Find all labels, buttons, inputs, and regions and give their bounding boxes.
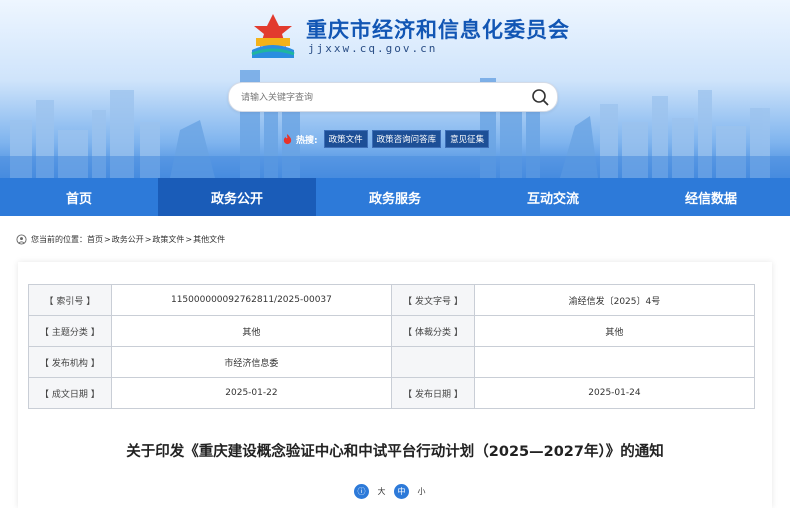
breadcrumb-other-files[interactable]: 其他文件 — [193, 234, 225, 245]
nav-item-interaction[interactable]: 互动交流 — [474, 178, 632, 216]
meta-label-publish-date: 【 发布日期 】 — [391, 377, 475, 409]
site-title: 重庆市经济和信息化委员会 — [306, 18, 570, 42]
city-skyline-illustration — [0, 70, 790, 178]
table-row: 【 索引号 】 115000000092762811/2025-00037 【 … — [28, 284, 756, 316]
meta-value-topic: 其他 — [110, 315, 393, 347]
meta-value-genre: 其他 — [473, 315, 756, 347]
breadcrumb-home[interactable]: 首页 — [87, 234, 103, 245]
site-logo[interactable]: 重庆市经济和信息化委员会 jjxxw.cq.gov.cn — [248, 10, 569, 62]
meta-label-written-date: 【 成文日期 】 — [28, 377, 112, 409]
document-metadata-table: 【 索引号 】 115000000092762811/2025-00037 【 … — [28, 284, 756, 409]
meta-value-index-number: 115000000092762811/2025-00037 — [110, 284, 393, 316]
breadcrumb-separator: > — [104, 234, 111, 244]
meta-value-publish-date: 2025-01-24 — [473, 377, 756, 409]
breadcrumb-policy-files[interactable]: 政策文件 — [152, 234, 184, 245]
meta-value-empty — [473, 346, 756, 378]
table-row: 【 发布机构 】 市经济信息委 — [28, 346, 756, 378]
table-row: 【 成文日期 】 2025-01-22 【 发布日期 】 2025-01-24 — [28, 377, 756, 409]
emblem-icon — [251, 14, 295, 58]
hot-search-row: 热搜: 政策文件 政策咨询问答库 意见征集 — [282, 130, 493, 148]
font-size-medium-button[interactable]: 中 — [394, 483, 409, 499]
hot-search-label: 热搜: — [296, 135, 318, 146]
meta-value-publisher: 市经济信息委 — [110, 346, 393, 378]
breadcrumb: 您当前的位置： 首页 > 政务公开 > 政策文件 > 其他文件 — [16, 232, 225, 246]
hot-search-feedback[interactable]: 意见征集 — [445, 130, 490, 148]
nav-item-gov-affairs-disclosure[interactable]: 政务公开 — [158, 178, 316, 216]
hot-search-policy-files[interactable]: 政策文件 — [323, 130, 368, 148]
location-pin-icon — [16, 233, 27, 245]
search-input[interactable] — [239, 87, 523, 109]
info-icon[interactable]: ⓘ — [354, 483, 369, 499]
fire-icon — [283, 133, 292, 144]
font-size-switcher: ⓘ 大 中 小 — [354, 483, 434, 499]
meta-label-genre: 【 体裁分类 】 — [391, 315, 475, 347]
header-banner: 重庆市经济和信息化委员会 jjxxw.cq.gov.cn 热搜: 政策文件 政策… — [0, 0, 790, 178]
search-bar — [228, 82, 558, 112]
document-title: 关于印发《重庆建设概念验证中心和中试平台行动计划（2025—2027年）》的通知 — [126, 444, 664, 460]
meta-label-publisher: 【 发布机构 】 — [28, 346, 112, 378]
breadcrumb-prefix: 您当前的位置： — [31, 234, 87, 244]
meta-label-index-number: 【 索引号 】 — [28, 284, 112, 316]
meta-value-document-number: 渝经信发〔2025〕4号 — [473, 284, 756, 316]
font-size-small-button[interactable]: 小 — [414, 484, 429, 499]
nav-item-gov-services[interactable]: 政务服务 — [316, 178, 474, 216]
meta-label-empty — [391, 346, 475, 378]
nav-item-home[interactable]: 首页 — [0, 178, 158, 216]
breadcrumb-gov-affairs[interactable]: 政务公开 — [112, 234, 144, 245]
meta-label-document-number: 【 发文字号 】 — [391, 284, 475, 316]
breadcrumb-separator: > — [185, 234, 193, 244]
table-row: 【 主题分类 】 其他 【 体裁分类 】 其他 — [28, 315, 756, 347]
search-icon[interactable] — [529, 86, 551, 108]
font-size-large-button[interactable]: 大 — [374, 484, 389, 499]
meta-label-topic: 【 主题分类 】 — [28, 315, 112, 347]
nav-item-data[interactable]: 经信数据 — [632, 178, 790, 216]
meta-value-written-date: 2025-01-22 — [110, 377, 393, 409]
breadcrumb-separator: > — [144, 234, 152, 244]
site-domain: jjxxw.cq.gov.cn — [308, 42, 438, 55]
hot-search-policy-qa[interactable]: 政策咨询问答库 — [371, 130, 442, 148]
main-nav: 首页 政务公开 政务服务 互动交流 经信数据 — [0, 178, 790, 216]
